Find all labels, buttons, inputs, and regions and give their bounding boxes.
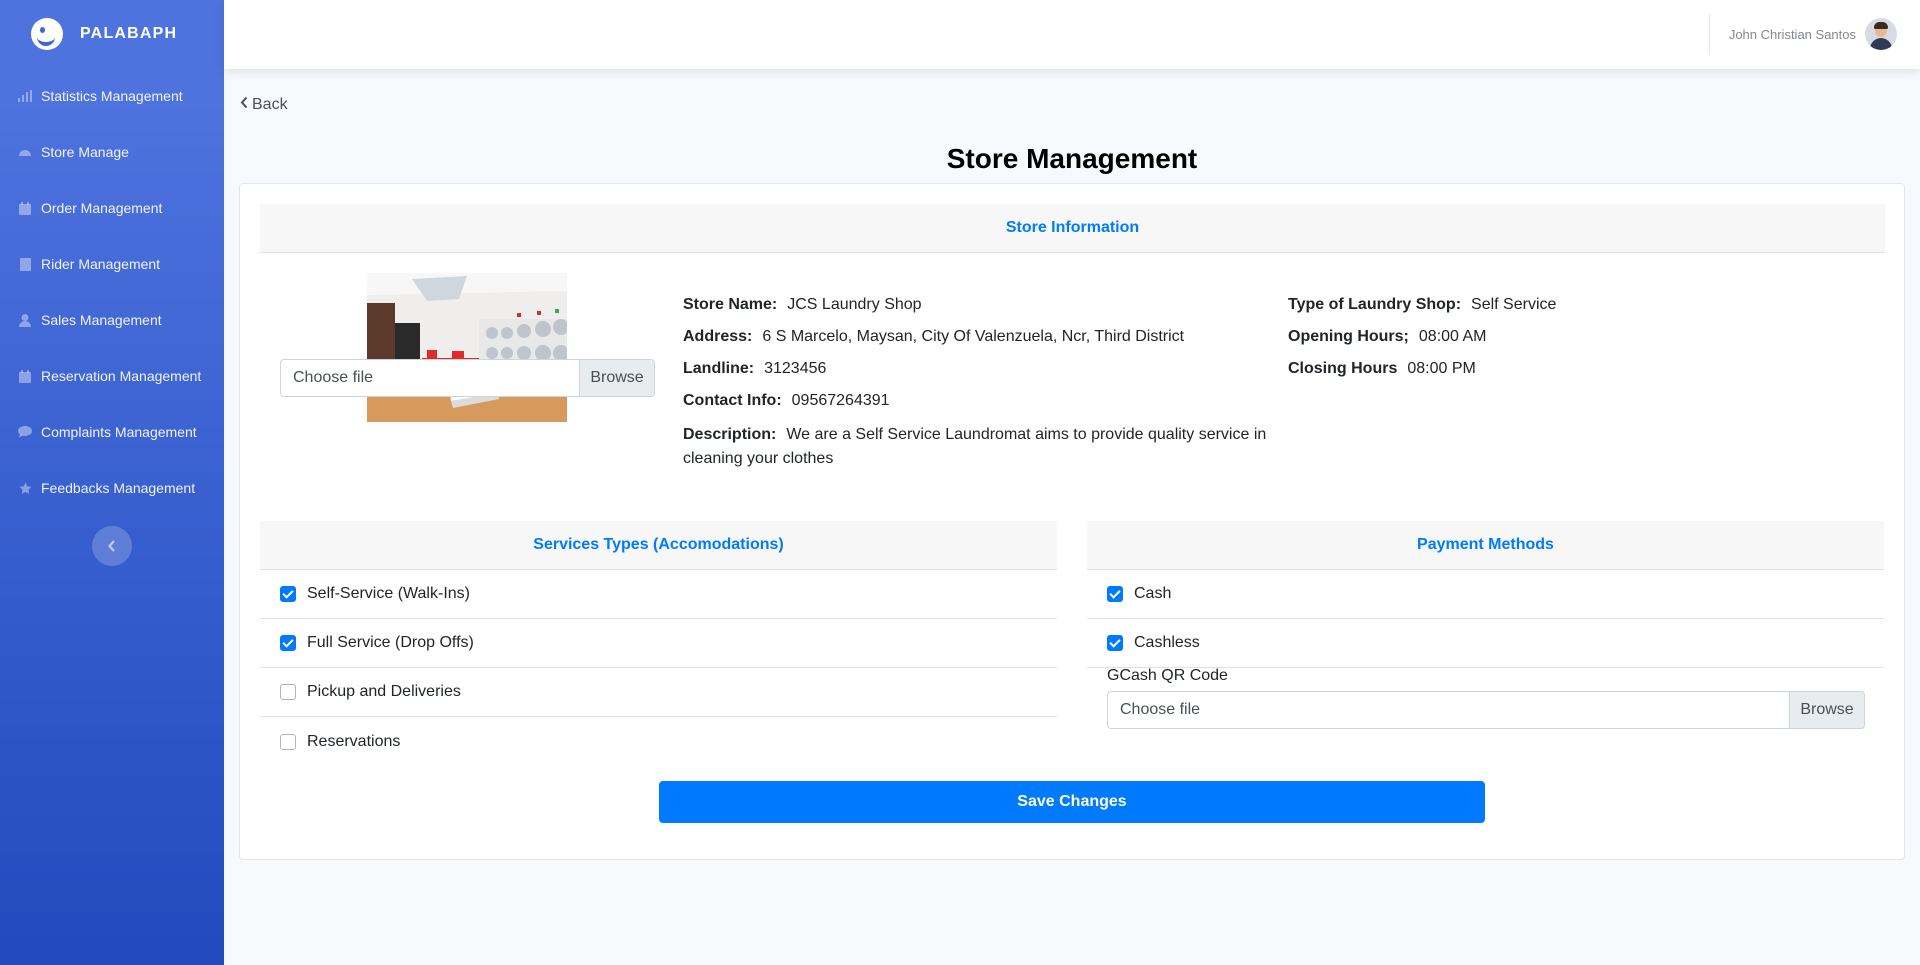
brand-name: PALABAPH bbox=[80, 25, 178, 42]
sidebar-item-label: Rider Management bbox=[41, 256, 161, 272]
service-option-self-service[interactable]: Self-Service (Walk-Ins) bbox=[260, 570, 1057, 619]
store-photo-file-input[interactable]: Choose file Browse bbox=[280, 359, 655, 397]
sidebar-item-store-manage[interactable]: Store Manage bbox=[0, 124, 224, 180]
service-option-label: Full Service (Drop Offs) bbox=[307, 634, 474, 651]
sidebar-toggle-button[interactable] bbox=[92, 526, 132, 566]
closing-hours-row: Closing Hours 08:00 PM bbox=[1288, 359, 1556, 378]
services-header: Services Types (Accomodations) bbox=[260, 521, 1057, 570]
checkbox-checked[interactable] bbox=[1107, 635, 1123, 651]
sidebar-item-reservations[interactable]: Reservation Management bbox=[0, 348, 224, 404]
service-option-reservations[interactable]: Reservations bbox=[260, 717, 1057, 766]
service-option-label: Self-Service (Walk-Ins) bbox=[307, 585, 470, 602]
user-icon bbox=[17, 313, 33, 327]
wink-logo-icon bbox=[31, 18, 63, 50]
landline-label: Landline: bbox=[683, 360, 755, 377]
sidebar-item-label: Reservation Management bbox=[41, 368, 202, 384]
payment-option-cash[interactable]: Cash bbox=[1087, 570, 1884, 619]
checkbox-unchecked[interactable] bbox=[280, 684, 296, 700]
payment-methods-panel: Payment Methods Cash Cashless GCash QR C… bbox=[1087, 521, 1884, 729]
contact-row: Contact Info: 09567264391 bbox=[683, 391, 1288, 410]
store-name-value: JCS Laundry Shop bbox=[787, 296, 922, 313]
closing-hours-label: Closing Hours bbox=[1288, 360, 1398, 377]
services-panel: Services Types (Accomodations) Self-Serv… bbox=[260, 521, 1057, 766]
brand[interactable]: PALABAPH bbox=[0, 0, 224, 68]
closing-hours-value: 08:00 PM bbox=[1407, 360, 1476, 377]
sidebar-item-label: Feedbacks Management bbox=[41, 480, 196, 496]
sidebar-item-sales[interactable]: Sales Management bbox=[0, 292, 224, 348]
payment-methods-header: Payment Methods bbox=[1087, 521, 1884, 570]
opening-hours-row: Opening Hours; 08:00 AM bbox=[1288, 327, 1556, 346]
back-label: Back bbox=[252, 96, 288, 113]
sidebar-item-riders[interactable]: Rider Management bbox=[0, 236, 224, 292]
browse-button[interactable]: Browse bbox=[579, 360, 654, 396]
sidebar-item-label: Complaints Management bbox=[41, 424, 197, 440]
topbar-divider bbox=[1709, 14, 1710, 54]
file-input-placeholder: Choose file bbox=[293, 369, 374, 386]
contact-value: 09567264391 bbox=[791, 392, 890, 409]
store-details-left: Store Name: JCS Laundry Shop Address: 6 S … bbox=[683, 295, 1288, 484]
sidebar-item-label: Order Management bbox=[41, 200, 163, 216]
comment-icon bbox=[17, 426, 33, 438]
gcash-qr-label: GCash QR Code bbox=[1107, 667, 1228, 684]
address-row: Address: 6 S Marcelo, Maysan, City Of Val… bbox=[683, 327, 1288, 346]
address-value: 6 S Marcelo, Maysan, City Of Valenzuela,… bbox=[762, 328, 1185, 345]
calendar-icon bbox=[17, 369, 33, 383]
opening-hours-label: Opening Hours; bbox=[1288, 328, 1409, 345]
store-details-right: Type of Laundry Shop: Self Service Openin… bbox=[1288, 295, 1556, 391]
back-link[interactable]: Back bbox=[240, 96, 288, 114]
building-icon bbox=[17, 257, 33, 271]
service-option-full-service[interactable]: Full Service (Drop Offs) bbox=[260, 619, 1057, 668]
description-row: Description: We are a Self Service Laundr… bbox=[683, 423, 1288, 471]
shop-type-row: Type of Laundry Shop: Self Service bbox=[1288, 295, 1556, 314]
store-name-row: Store Name: JCS Laundry Shop bbox=[683, 295, 1288, 314]
checkbox-checked[interactable] bbox=[1107, 586, 1123, 602]
store-name-label: Store Name: bbox=[683, 296, 778, 313]
landline-row: Landline: 3123456 bbox=[683, 359, 1288, 378]
save-changes-button[interactable]: Save Changes bbox=[659, 781, 1485, 823]
sidebar-item-label: Sales Management bbox=[41, 312, 162, 328]
contact-label: Contact Info: bbox=[683, 392, 782, 409]
bar-chart-icon bbox=[17, 90, 33, 102]
sidebar-item-label: Store Manage bbox=[41, 144, 129, 160]
sidebar-item-label: Statistics Management bbox=[41, 88, 183, 104]
chevron-left-icon bbox=[108, 536, 116, 557]
checkbox-checked[interactable] bbox=[280, 586, 296, 602]
service-option-pickup-delivery[interactable]: Pickup and Deliveries bbox=[260, 668, 1057, 717]
service-option-label: Reservations bbox=[307, 732, 401, 750]
payment-option-label: Cash bbox=[1134, 585, 1172, 602]
file-input-placeholder: Choose file bbox=[1120, 701, 1201, 718]
checkbox-unchecked[interactable] bbox=[280, 733, 296, 750]
service-option-label: Pickup and Deliveries bbox=[307, 683, 461, 700]
gcash-qr-file-input[interactable]: Choose file Browse bbox=[1107, 691, 1865, 729]
shop-type-value: Self Service bbox=[1471, 296, 1557, 313]
topbar: John Christian Santos bbox=[224, 0, 1920, 69]
opening-hours-value: 08:00 AM bbox=[1418, 328, 1487, 345]
address-label: Address: bbox=[683, 328, 753, 345]
user-name[interactable]: John Christian Santos bbox=[1729, 27, 1856, 42]
gauge-icon bbox=[17, 147, 33, 157]
store-information-header: Store Information bbox=[260, 204, 1885, 253]
page-title: Store Management bbox=[946, 143, 1198, 174]
store-management-card: Store Information Choose file Browse Sto… bbox=[239, 183, 1905, 860]
sidebar: PALABAPH Statistics Management Store Man… bbox=[0, 0, 224, 965]
store-photo bbox=[367, 273, 567, 422]
landline-value: 3123456 bbox=[764, 360, 827, 377]
calendar-icon bbox=[17, 201, 33, 215]
shop-type-label: Type of Laundry Shop: bbox=[1288, 296, 1462, 313]
sidebar-item-statistics[interactable]: Statistics Management bbox=[0, 68, 224, 124]
payment-option-cashless[interactable]: Cashless bbox=[1087, 619, 1884, 668]
sidebar-item-feedbacks[interactable]: Feedbacks Management bbox=[0, 460, 224, 516]
checkbox-checked[interactable] bbox=[280, 635, 296, 651]
sidebar-item-complaints[interactable]: Complaints Management bbox=[0, 404, 224, 460]
sidebar-item-orders[interactable]: Order Management bbox=[0, 180, 224, 236]
star-icon bbox=[17, 482, 33, 495]
chevron-left-icon bbox=[240, 96, 248, 114]
payment-option-label: Cashless bbox=[1134, 634, 1200, 651]
avatar[interactable] bbox=[1865, 18, 1897, 50]
browse-button[interactable]: Browse bbox=[1789, 692, 1864, 728]
description-label: Description: bbox=[683, 426, 777, 443]
